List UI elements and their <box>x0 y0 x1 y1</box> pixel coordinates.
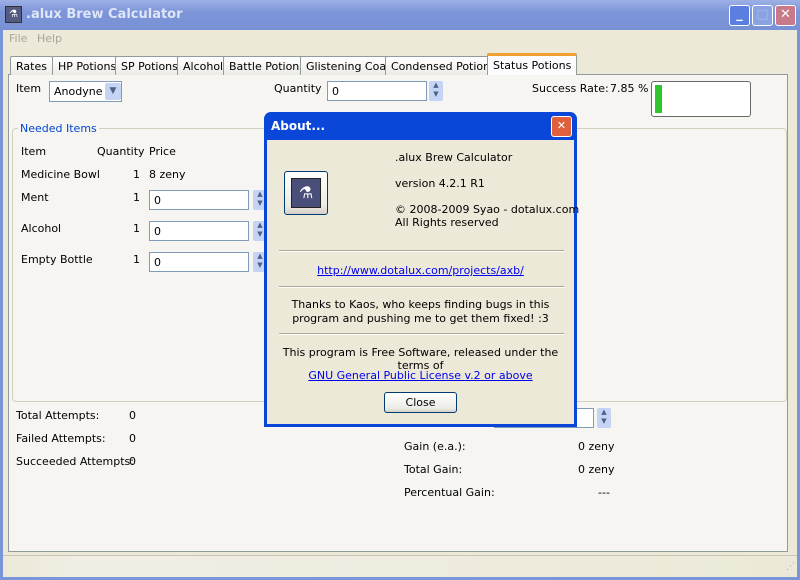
header-price: Price <box>149 145 176 158</box>
percentual-gain-value: --- <box>598 486 610 499</box>
row-qty: 1 <box>133 191 140 204</box>
resize-grip-icon[interactable]: ⋰ <box>786 562 795 572</box>
success-rate-label: Success Rate: <box>532 82 609 95</box>
header-item: Item <box>21 145 47 158</box>
tab-glistening-coat[interactable]: Glistening Coat <box>300 56 397 75</box>
price-input-alcohol[interactable]: 0 <box>149 221 249 241</box>
total-gain-value: 0 zeny <box>578 463 615 476</box>
quantity-label: Quantity <box>274 82 322 95</box>
about-version: version 4.2.1 R1 <box>395 177 485 190</box>
about-title: About... <box>271 119 326 133</box>
failed-attempts-value: 0 <box>129 432 136 445</box>
app-icon: ⚗ <box>5 6 22 23</box>
row-item: Medicine Bowl <box>21 168 100 181</box>
price-input-ment[interactable]: 0 <box>149 190 249 210</box>
success-rate-progress <box>651 81 751 117</box>
total-gain-label: Total Gain: <box>404 463 463 476</box>
menu-file[interactable]: File <box>9 32 27 45</box>
title-bar[interactable]: ⚗ .alux Brew Calculator _ □ ✕ <box>0 0 800 30</box>
about-app-name: .alux Brew Calculator <box>395 151 513 164</box>
tab-condensed-potions[interactable]: Condensed Potions <box>385 56 502 75</box>
item-select-value: Anodyne <box>54 85 103 98</box>
maximize-button[interactable]: □ <box>752 5 773 26</box>
row-qty: 1 <box>133 222 140 235</box>
failed-attempts-label: Failed Attempts: <box>16 432 106 445</box>
window-title: .alux Brew Calculator <box>26 7 183 22</box>
total-attempts-value: 0 <box>129 409 136 422</box>
alux-logo-icon: ⚗ <box>291 178 321 208</box>
percentual-gain-label: Percentual Gain: <box>404 486 495 499</box>
about-rights: All Rights reserved <box>395 216 499 229</box>
tab-hp-potions[interactable]: HP Potions <box>52 56 123 75</box>
quantity-spinner[interactable]: ▲ ▼ <box>429 81 443 101</box>
needed-items-title: Needed Items <box>18 122 99 135</box>
about-close-x-button[interactable]: ✕ <box>551 116 572 137</box>
gain-ea-label: Gain (e.a.): <box>404 440 466 453</box>
attempts-spinner[interactable]: ▲ ▼ <box>597 408 611 428</box>
tab-battle-potions[interactable]: Battle Potions <box>223 56 312 75</box>
row-qty: 1 <box>133 168 140 181</box>
menu-bar: File Help <box>3 30 797 48</box>
row-item: Alcohol <box>21 222 62 235</box>
price-input-empty-bottle[interactable]: 0 <box>149 252 249 272</box>
tab-sp-potions[interactable]: SP Potions <box>115 56 184 75</box>
row-item: Empty Bottle <box>21 253 93 266</box>
gain-ea-value: 0 zeny <box>578 440 615 453</box>
chevron-down-icon[interactable]: ▼ <box>105 83 121 100</box>
item-label: Item <box>16 82 42 95</box>
row-item: Ment <box>21 191 49 204</box>
tab-alcohol[interactable]: Alcohol <box>177 56 230 75</box>
tab-status-potions[interactable]: Status Potions <box>487 53 578 75</box>
total-attempts-label: Total Attempts: <box>16 409 100 422</box>
tab-rates[interactable]: Rates <box>10 56 53 75</box>
minimize-button[interactable]: _ <box>729 5 750 26</box>
succeeded-attempts-value: 0 <box>129 455 136 468</box>
progress-fill <box>655 85 663 113</box>
project-url-link[interactable]: http://www.dotalux.com/projects/axb/ <box>267 264 574 277</box>
menu-help[interactable]: Help <box>37 32 62 45</box>
status-bar: ⋰ <box>3 555 797 577</box>
about-close-button[interactable]: Close <box>384 392 457 413</box>
divider <box>279 286 564 288</box>
quantity-input[interactable]: 0 <box>327 81 427 101</box>
row-qty: 1 <box>133 253 140 266</box>
gpl-license-link[interactable]: GNU General Public License v.2 or above <box>267 369 574 382</box>
row-price: 8 zeny <box>149 168 186 181</box>
header-quantity: Quantity <box>97 145 145 158</box>
divider <box>279 333 564 335</box>
about-thanks: Thanks to Kaos, who keeps finding bugs i… <box>291 298 550 325</box>
about-dialog: About... ✕ ⚗ .alux Brew Calculator versi… <box>264 112 580 427</box>
item-select[interactable]: Anodyne ▼ <box>49 81 122 102</box>
succeeded-attempts-label: Succeeded Attempts: <box>16 455 134 468</box>
about-copyright: © 2008-2009 Syao - dotalux.com <box>395 203 580 216</box>
app-logo-button[interactable]: ⚗ <box>284 171 328 215</box>
success-rate-value: 7.85 % <box>610 82 649 95</box>
close-button[interactable]: ✕ <box>775 5 796 26</box>
divider <box>279 250 564 252</box>
